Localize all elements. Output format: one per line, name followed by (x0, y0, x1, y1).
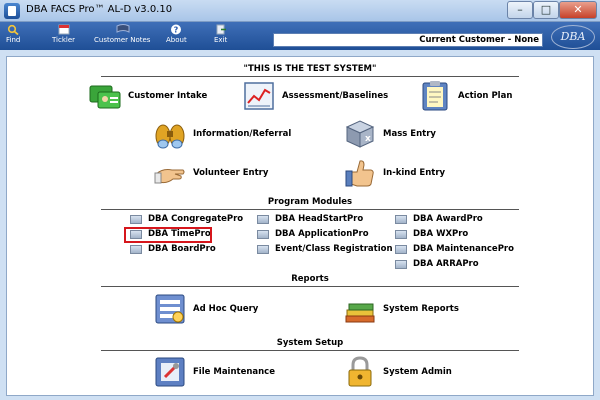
customer-intake-label: Customer Intake (128, 91, 208, 101)
toolbar-find-button[interactable]: Find (6, 24, 20, 44)
volunteer-entry-button[interactable]: Volunteer Entry (153, 156, 268, 190)
system-reports-label: System Reports (383, 304, 459, 314)
search-icon (7, 24, 19, 36)
assessment-baselines-label: Assessment/Baselines (282, 91, 389, 101)
module-applicationpro[interactable]: DBA ApplicationPro (257, 229, 369, 239)
file-maintenance-button[interactable]: File Maintenance (153, 355, 275, 389)
action-plan-label: Action Plan (458, 91, 513, 101)
module-arrapro[interactable]: DBA ARRAPro (395, 259, 479, 269)
query-icon (153, 292, 187, 326)
books-icon (343, 292, 377, 326)
toolbar-tickler-button[interactable]: Tickler (52, 24, 75, 44)
maximize-button[interactable]: □ (533, 1, 559, 19)
in-kind-entry-label: In-kind Entry (383, 168, 446, 178)
module-icon (257, 214, 269, 224)
module-boardpro[interactable]: DBA BoardPro (130, 244, 216, 254)
selection-highlight (124, 227, 212, 243)
module-icon (395, 229, 407, 239)
binoculars-icon (153, 117, 187, 151)
file-maintenance-icon (153, 355, 187, 389)
toolbar-tickler-label: Tickler (52, 36, 76, 44)
module-icon (257, 229, 269, 239)
close-button[interactable]: ✕ (559, 1, 597, 19)
svg-text:?: ? (174, 26, 179, 35)
file-maintenance-label: File Maintenance (193, 367, 275, 377)
module-icon (257, 244, 269, 254)
test-system-banner: "THIS IS THE TEST SYSTEM" (101, 63, 519, 77)
clipboard-icon (418, 79, 452, 113)
system-admin-button[interactable]: System Admin (343, 355, 452, 389)
assessment-baselines-button[interactable]: Assessment/Baselines (242, 79, 388, 113)
lock-icon (343, 355, 377, 389)
module-label: DBA MaintenancePro (413, 244, 514, 254)
thumbs-up-icon (343, 156, 377, 190)
system-setup-header: System Setup (101, 337, 519, 351)
mass-entry-label: Mass Entry (383, 129, 436, 139)
module-icon (395, 244, 407, 254)
module-event-class-registration[interactable]: Event/Class Registration (257, 244, 393, 254)
window-title: DBA FACS Pro™ AL-D v3.0.10 (26, 4, 173, 15)
toolbar-customer-notes-button[interactable]: Customer Notes (94, 24, 150, 44)
module-label: DBA HeadStartPro (275, 214, 364, 224)
module-label: DBA WXPro (413, 229, 469, 239)
module-headstartpro[interactable]: DBA HeadStartPro (257, 214, 363, 224)
current-customer-field: Current Customer - None (273, 33, 543, 47)
toolbar-find-label: Find (6, 36, 21, 44)
toolbar-customer-notes-label: Customer Notes (94, 36, 151, 44)
help-icon: ? (170, 24, 182, 35)
reports-header: Reports (101, 273, 519, 287)
information-referral-button[interactable]: Information/Referral (153, 117, 291, 151)
ad-hoc-query-label: Ad Hoc Query (193, 304, 259, 314)
notes-icon (116, 24, 130, 35)
toolbar-about-label: About (166, 36, 187, 44)
module-label: DBA ARRAPro (413, 259, 479, 269)
dba-logo: DBA (551, 25, 595, 49)
module-icon (395, 214, 407, 224)
module-icon (395, 259, 407, 269)
stack-icon: x (343, 117, 377, 151)
module-wxpro[interactable]: DBA WXPro (395, 229, 468, 239)
volunteer-entry-label: Volunteer Entry (193, 168, 269, 178)
program-modules-header: Program Modules (101, 196, 519, 210)
hand-icon (153, 156, 187, 190)
title-bar: DBA FACS Pro™ AL-D v3.0.10 – □ ✕ (0, 0, 600, 22)
customer-intake-button[interactable]: Customer Intake (88, 79, 207, 113)
toolbar-exit-label: Exit (214, 36, 228, 44)
svg-text:x: x (365, 134, 371, 144)
information-referral-label: Information/Referral (193, 129, 292, 139)
module-icon (130, 214, 142, 224)
calendar-icon (58, 24, 70, 35)
system-reports-button[interactable]: System Reports (343, 292, 459, 326)
module-label: DBA CongregatePro (148, 214, 244, 224)
module-label: DBA BoardPro (148, 244, 216, 254)
toolbar-exit-button[interactable]: Exit (214, 24, 227, 44)
module-awardpro[interactable]: DBA AwardPro (395, 214, 483, 224)
module-label: DBA ApplicationPro (275, 229, 369, 239)
module-icon (130, 244, 142, 254)
exit-icon (215, 24, 227, 35)
mass-entry-button[interactable]: x Mass Entry (343, 117, 436, 151)
customer-intake-icon (88, 79, 122, 113)
minimize-button[interactable]: – (507, 1, 533, 19)
module-congregatepro[interactable]: DBA CongregatePro (130, 214, 243, 224)
module-label: Event/Class Registration (275, 244, 393, 254)
in-kind-entry-button[interactable]: In-kind Entry (343, 156, 445, 190)
system-admin-label: System Admin (383, 367, 452, 377)
action-plan-button[interactable]: Action Plan (418, 79, 512, 113)
module-maintenancepro[interactable]: DBA MaintenancePro (395, 244, 514, 254)
ad-hoc-query-button[interactable]: Ad Hoc Query (153, 292, 258, 326)
module-label: DBA AwardPro (413, 214, 483, 224)
app-icon (4, 3, 20, 19)
chart-icon (242, 79, 276, 113)
toolbar-about-button[interactable]: ? About (166, 24, 187, 44)
